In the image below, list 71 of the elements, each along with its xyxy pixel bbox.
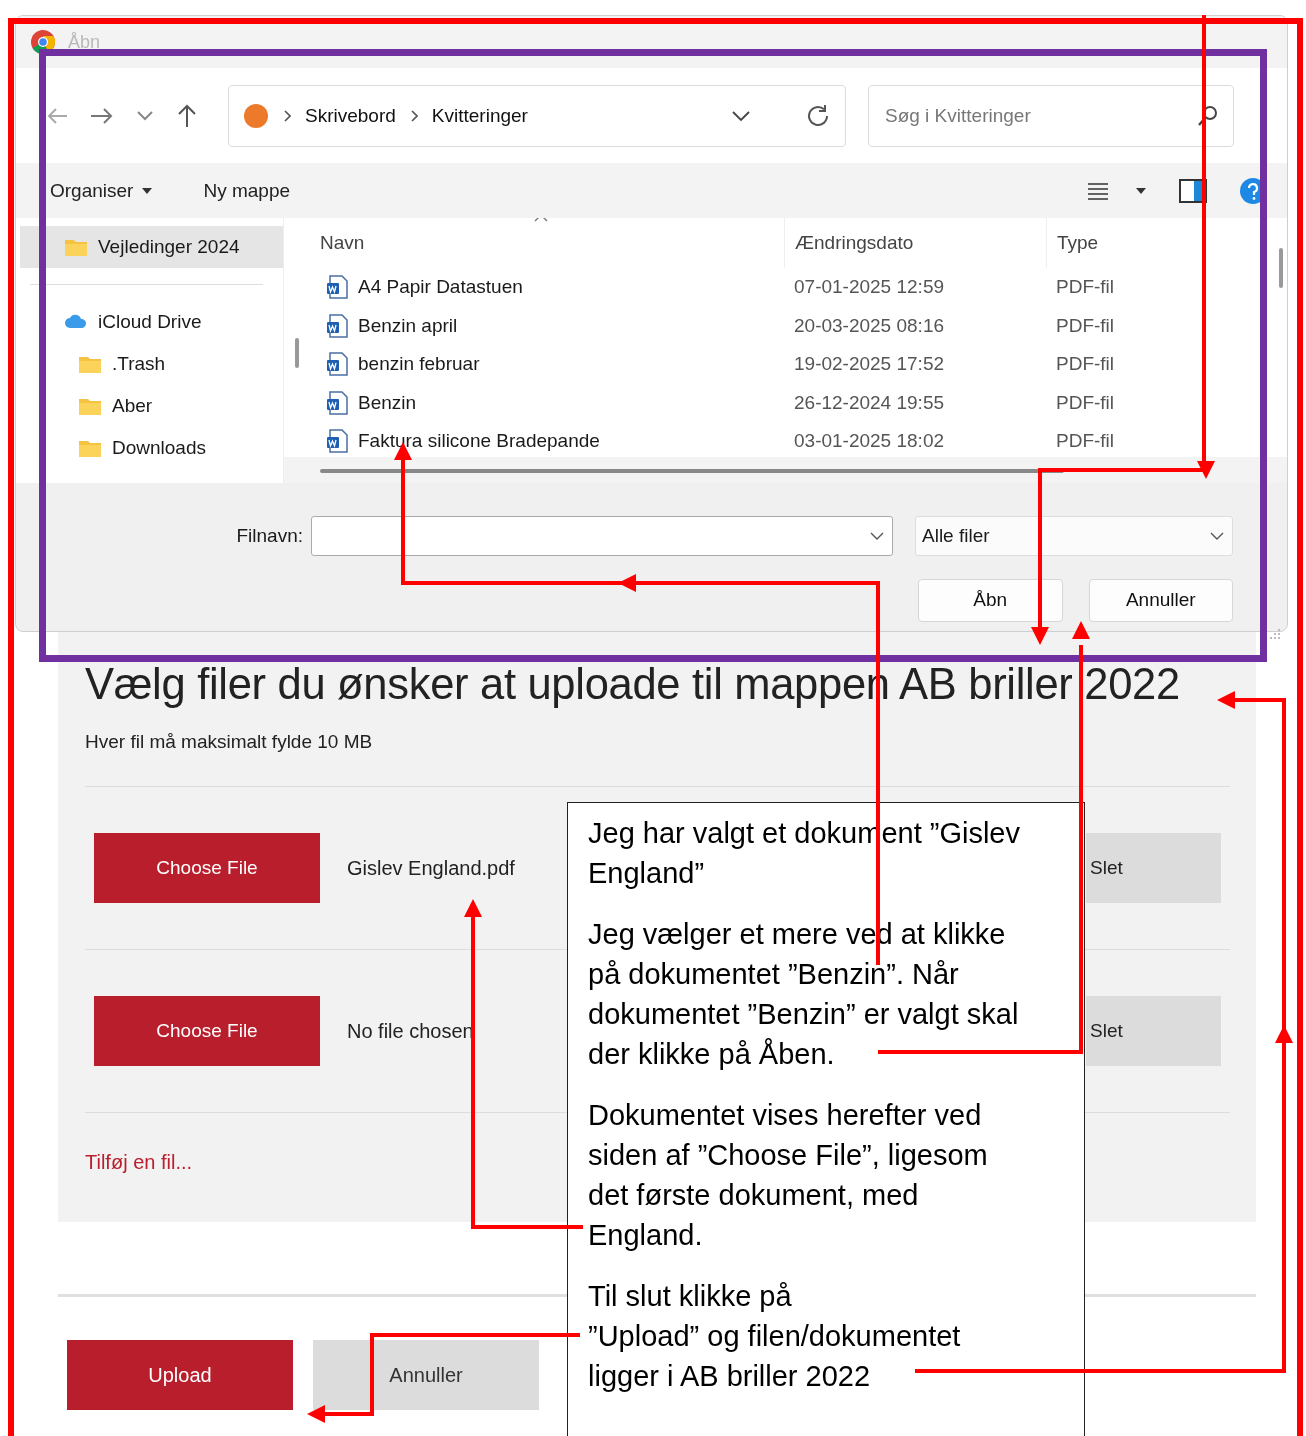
file-type: PDF-fil [1055, 313, 1115, 338]
file-date: 07-01-2025 12:59 [793, 275, 945, 300]
sidebar-item[interactable]: Downloads [20, 427, 283, 469]
caret-icon[interactable] [1135, 186, 1147, 195]
file-name[interactable]: Faktura silicone Bradepande [358, 430, 600, 453]
document-icon [326, 275, 348, 300]
scrollbar[interactable] [295, 338, 299, 368]
caret-icon [141, 186, 154, 195]
breadcrumb[interactable]: Kvitteringer [431, 104, 528, 127]
refresh-icon[interactable] [805, 102, 831, 129]
search-field[interactable]: Søg i Kvitteringer [868, 84, 1234, 147]
delete-button[interactable]: Slet [1086, 996, 1221, 1066]
upload-button[interactable]: Upload [67, 1340, 293, 1410]
up-icon[interactable] [176, 103, 198, 128]
browser-logo-icon [30, 29, 56, 55]
file-type: PDF-fil [1055, 390, 1115, 415]
toolbar-button[interactable]: Ny mappe [203, 179, 291, 202]
callout-text: Dokumentet vises herefter ved siden af ”Choose File”, ligesom det første dokument, med England. [588, 1098, 989, 1253]
file-name: Gislev England.pdf [347, 856, 515, 880]
filename-field[interactable] [311, 516, 893, 556]
callout-text: Til slut klikke på ”Upload” og filen/dokumentet ligger i AB briller 2022 [588, 1279, 962, 1394]
window-title: Åbn [68, 31, 101, 53]
open-button[interactable]: Åbn [918, 578, 1063, 622]
delete-button[interactable]: Slet [1086, 833, 1221, 903]
file-type-dropdown[interactable]: Alle filer [915, 516, 1233, 556]
column-header[interactable]: Type [1057, 232, 1099, 254]
file-type: PDF-fil [1055, 352, 1115, 377]
file-date: 19-02-2025 17:52 [793, 352, 945, 377]
add-file-link[interactable]: Tilføj en fil... [85, 1151, 193, 1173]
sidebar-item[interactable]: .Trash [20, 343, 283, 385]
file-name[interactable]: Benzin [358, 391, 417, 414]
cancel-button[interactable]: Annuller [313, 1340, 539, 1410]
field-label: Filnavn: [236, 525, 304, 547]
chevron-right-icon [409, 109, 418, 122]
chevron-right-icon [283, 109, 291, 122]
choose-file-button[interactable]: Choose File [94, 833, 320, 903]
sidebar-item[interactable]: Aber [20, 385, 283, 427]
breadcrumb[interactable]: Skrivebord [305, 104, 396, 127]
column-header[interactable]: Ændringsdato [795, 232, 914, 254]
file-name: No file chosen [347, 1019, 474, 1043]
search-icon[interactable] [1197, 104, 1219, 127]
scrollbar[interactable] [320, 469, 1064, 473]
scrollbar[interactable] [1279, 248, 1283, 288]
file-date: 26-12-2024 19:55 [793, 390, 945, 415]
cancel-button[interactable]: Annuller [1088, 578, 1233, 622]
location-icon [243, 102, 269, 129]
column-header[interactable]: Navn [320, 232, 365, 253]
sidebar-item[interactable]: iCloud Drive [20, 301, 283, 343]
file-name[interactable]: A4 Papir Datastuen [358, 276, 523, 299]
file-type: PDF-fil [1055, 429, 1115, 454]
file-type: PDF-fil [1055, 275, 1115, 300]
file-date: 03-01-2025 18:02 [793, 429, 945, 454]
dropdown-icon[interactable] [731, 109, 751, 122]
address-bar[interactable]: Skrivebord Kvitteringer [228, 84, 846, 147]
menu-button[interactable]: Organiser [50, 179, 154, 202]
dropdown-icon [1210, 531, 1224, 541]
dropdown-icon [870, 531, 884, 541]
document-icon [326, 313, 348, 338]
file-date: 20-03-2025 08:16 [793, 313, 945, 338]
file-name[interactable]: Benzin april [358, 314, 458, 337]
resize-grip-icon [1268, 627, 1282, 641]
choose-file-button[interactable]: Choose File [94, 996, 320, 1066]
list-view-icon[interactable] [1087, 181, 1109, 200]
file-name[interactable]: benzin februar [358, 353, 480, 376]
document-icon [326, 429, 348, 454]
sidebar-item[interactable]: Vejledinger 2024 [20, 226, 283, 268]
document-icon [326, 390, 348, 415]
chevron-down-icon[interactable] [136, 109, 154, 122]
document-icon [326, 352, 348, 377]
search-input[interactable]: Søg i Kvitteringer [883, 85, 1197, 146]
size-note: Hver fil må maksimalt fylde 10 MB [85, 731, 374, 753]
